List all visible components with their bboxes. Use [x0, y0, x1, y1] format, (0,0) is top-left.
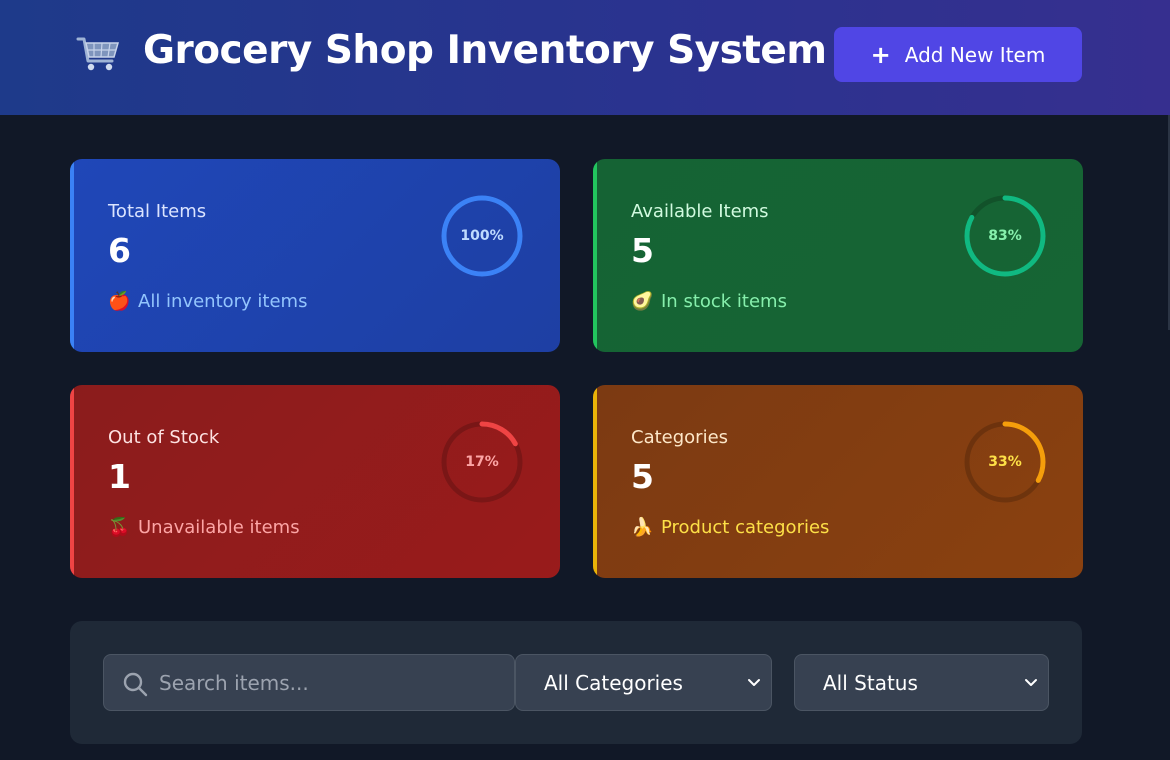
stat-description-text: Product categories [661, 517, 830, 538]
stat-title: Total Items [108, 201, 207, 222]
progress-percent: 83% [988, 228, 1022, 244]
category-select[interactable]: All Categories [515, 654, 772, 711]
card-accent [593, 159, 597, 352]
search-box[interactable] [103, 654, 515, 711]
stat-description-text: All inventory items [138, 291, 308, 312]
progress-percent: 100% [460, 228, 504, 244]
progress-percent: 33% [988, 454, 1022, 470]
card-accent [70, 385, 74, 578]
banana-icon: 🍌 [631, 517, 654, 538]
cherries-icon: 🍒 [108, 517, 131, 538]
search-icon [123, 672, 148, 697]
page-title: Grocery Shop Inventory System [143, 28, 827, 73]
add-new-item-button[interactable]: + Add New Item [834, 27, 1082, 82]
shopping-cart-icon [76, 37, 119, 71]
stat-description-text: In stock items [661, 291, 787, 312]
card-accent [593, 385, 597, 578]
stat-description: 🍒 Unavailable items [108, 517, 300, 538]
status-select[interactable]: All Status [794, 654, 1049, 711]
stat-card-categories: Categories 5 🍌 Product categories 33% [593, 385, 1083, 578]
avocado-icon: 🥑 [631, 291, 654, 312]
stat-title: Available Items [631, 201, 769, 222]
apple-icon: 🍎 [108, 291, 131, 312]
stat-description: 🍎 All inventory items [108, 291, 307, 312]
stat-value: 6 [108, 231, 131, 270]
stat-description: 🍌 Product categories [631, 517, 829, 538]
add-new-item-label: Add New Item [904, 42, 1046, 67]
category-select-value: All Categories [544, 670, 683, 695]
stat-card-available-items: Available Items 5 🥑 In stock items 83% [593, 159, 1083, 352]
card-accent [70, 159, 74, 352]
filter-bar: All Categories All Status [70, 621, 1082, 744]
stat-title: Categories [631, 427, 729, 448]
search-input[interactable] [159, 655, 509, 710]
stat-title: Out of Stock [108, 427, 220, 448]
progress-percent: 17% [465, 454, 499, 470]
stat-description-text: Unavailable items [138, 517, 300, 538]
stat-value: 5 [631, 231, 654, 270]
stat-description: 🥑 In stock items [631, 291, 787, 312]
stat-value: 1 [108, 457, 131, 496]
stat-card-total-items: Total Items 6 🍎 All inventory items 100% [70, 159, 560, 352]
stat-value: 5 [631, 457, 654, 496]
app-header: Grocery Shop Inventory System + Add New … [0, 0, 1170, 115]
plus-icon: + [870, 40, 891, 69]
status-select-value: All Status [823, 670, 918, 695]
chevron-down-icon [1025, 679, 1037, 686]
stat-card-out-of-stock: Out of Stock 1 🍒 Unavailable items 17% [70, 385, 560, 578]
chevron-down-icon [748, 679, 760, 686]
